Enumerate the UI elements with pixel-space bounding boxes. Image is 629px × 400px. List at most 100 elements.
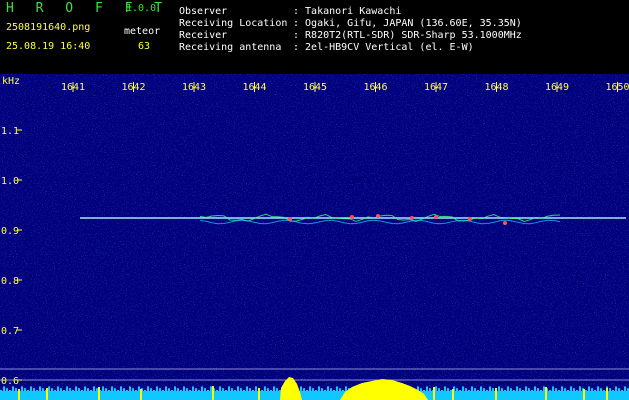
x-tick-label: 1644 [243,82,267,93]
spectrum-bin [561,386,563,391]
spectrum-bin [603,390,605,391]
burst-spike [452,389,454,400]
spectrum-bin [312,388,314,391]
spectrum-bin [9,390,11,391]
spectrum-bin [270,390,272,391]
spectrum-bin [60,388,62,391]
spectrum-bin [102,386,104,391]
observer-value: : Takanori Kawachi [293,6,402,17]
spectrum-bin [243,390,245,391]
spectrum-bin [444,386,446,391]
spectrum-bin [459,390,461,391]
spectrum-bin [135,390,137,391]
spectrum-bin [423,390,425,391]
spectrum-bin [510,388,512,391]
spectrum-bin [447,388,449,391]
spectrogram-plot: 1641 1642 1643 1644 1645 1646 1647 1648 1649 1650… [0,74,629,400]
header-panel: H R O F F T 1.0.0 2508191640.png meteor … [0,0,629,74]
spectrum-bin [48,386,50,391]
spectrum-bin [315,390,317,391]
spectrum-bin [324,390,326,391]
spectrum-bin [6,388,8,391]
spectrum-bin [558,390,560,391]
spectrum-bin [609,388,611,391]
spectrum-bin [186,388,188,391]
spectrum-bin [252,390,254,391]
spectrum-bin [555,388,557,391]
spectrum-bin [273,386,275,391]
spectrum-bin [177,388,179,391]
spectrum-bin [234,390,236,391]
spectrum-bin [462,386,464,391]
spectrum-bin [114,388,116,391]
spectrum-bin [309,386,311,391]
spectrum-bin [0,390,2,391]
spectrum-bin [303,388,305,391]
spectrum-bin [123,388,125,391]
location-value: : Ogaki, Gifu, JAPAN (136.60E, 35.35N) [293,18,522,29]
spectrum-bin [594,390,596,391]
spectrum-bin [306,390,308,391]
spectrum-bin [321,388,323,391]
spectrum-bin [456,388,458,391]
spectrum-bin [492,388,494,391]
receiver-label: Receiver [179,30,228,41]
spectrum-bin [27,390,29,391]
burst-spike [583,389,585,400]
spectrum-bin [192,386,194,391]
burst-spike [545,387,547,400]
spectrum-bin [489,386,491,391]
spectrum-bin [585,390,587,391]
spectrum-bin [438,388,440,391]
spectrum-bin [276,388,278,391]
spectrum-bin [483,388,485,391]
spectrum-bin [522,390,524,391]
spectrum-bin [183,386,185,391]
spectrum-bin [597,386,599,391]
spectrum-bin [42,388,44,391]
spectrum-bin [15,388,17,391]
spectrum-bin [201,386,203,391]
spectrum-bin [216,390,218,391]
receiver-value: : R820T2(RTL-SDR) SDR-Sharp 53.1000MHz [293,30,522,41]
spectrum-bin [549,390,551,391]
spectrum-bin [12,386,14,391]
spectrum-bin [30,386,32,391]
spectrum-bin [24,388,26,391]
spectrum-bin [345,386,347,391]
event-count: 63 [138,41,151,52]
spectrum-bin [342,390,344,391]
spectrum-bin [477,390,479,391]
spectrum-bin [600,388,602,391]
spectrum-bin [66,386,68,391]
spectrum-bin [108,390,110,391]
spectrum-bin [72,390,74,391]
spectrum-bin [156,386,158,391]
burst-spike [606,388,608,400]
y-tick-label: 0.8 [1,276,19,287]
spectrogram-noise [0,74,629,400]
spectrum-bin [33,388,35,391]
spectrum-bin [471,386,473,391]
spectrum-bin [468,390,470,391]
x-tick-label: 1647 [424,82,448,93]
spectrum-bin [531,390,533,391]
doppler-hotspot [288,217,292,221]
spectrum-bin [465,388,467,391]
spectrum-bin [612,390,614,391]
spectrum-bin [111,386,113,391]
spectrum-bin [513,390,515,391]
y-unit-label: kHz [2,76,20,87]
spectrum-bin [81,390,83,391]
mode-label: meteor [124,26,161,37]
spectrum-bin [36,390,38,391]
spectrum-bin [570,386,572,391]
doppler-hotspot [350,215,354,219]
spectrum-bin [147,386,149,391]
spectrum-bin [195,388,197,391]
spectrum-bin [171,390,173,391]
spectrum-bin [486,390,488,391]
spectrum-bin [204,388,206,391]
spectrum-bin [84,386,86,391]
x-tick-label: 1646 [364,82,388,93]
